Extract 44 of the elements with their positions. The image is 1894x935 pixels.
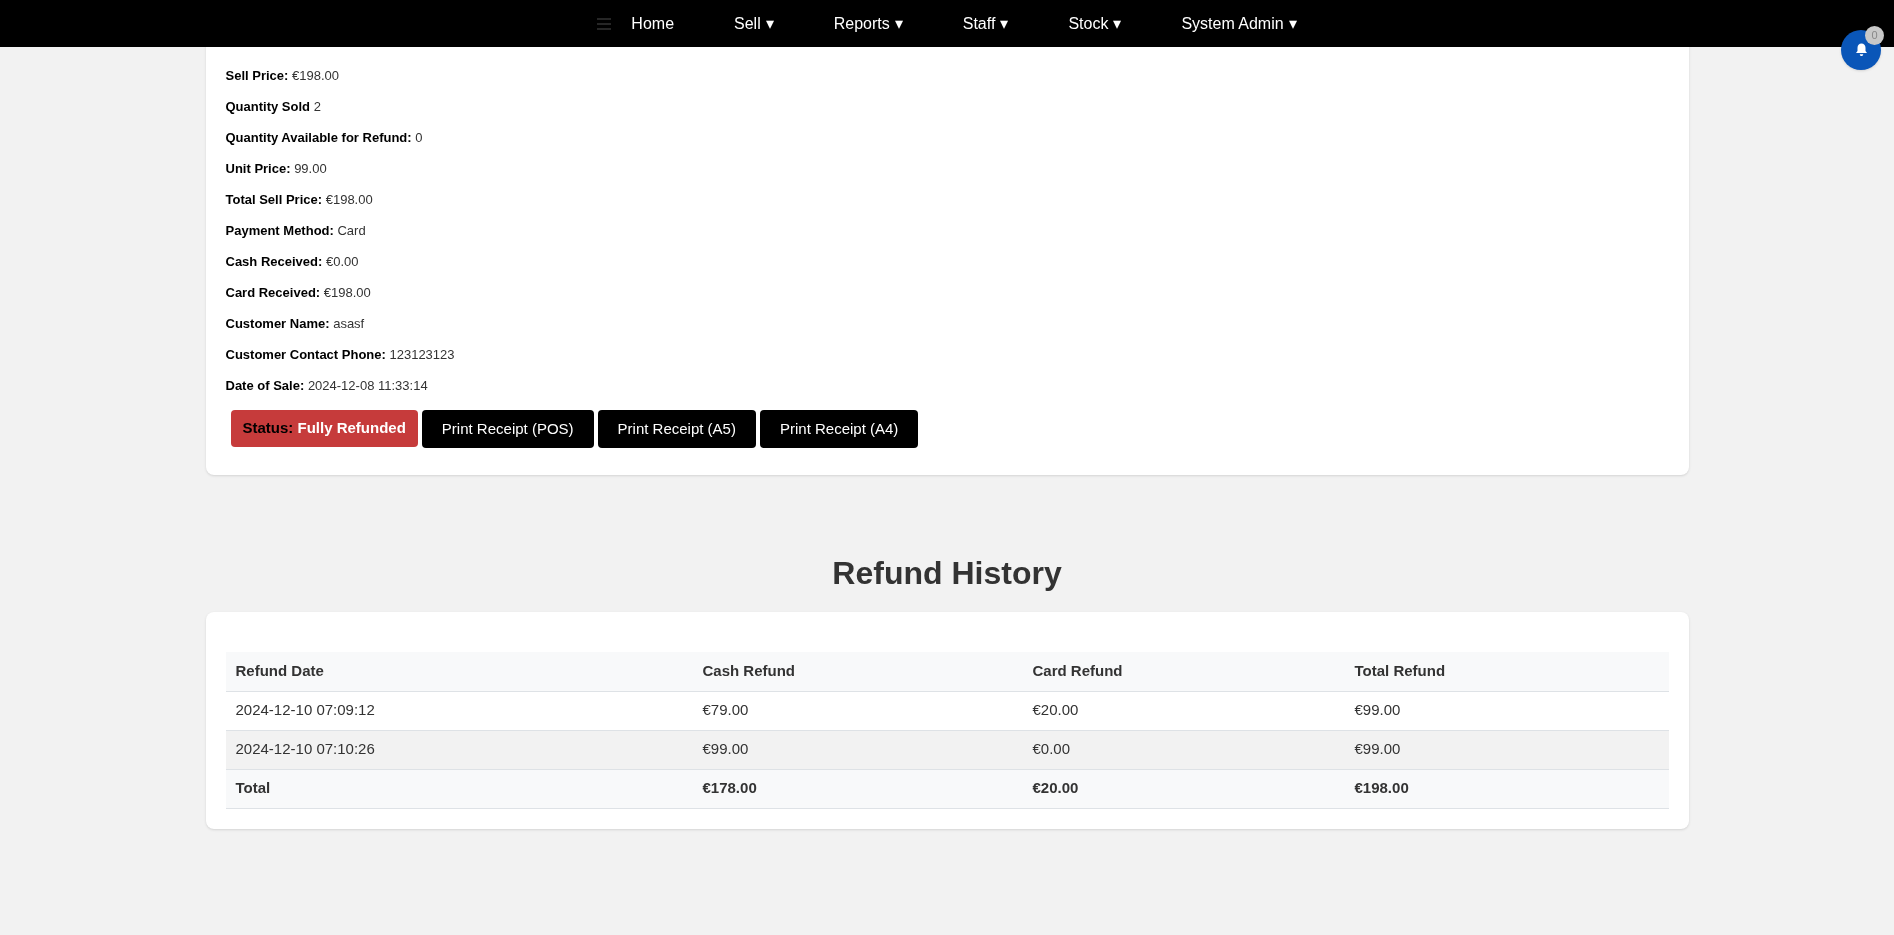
bell-icon [1854,43,1868,57]
caret-icon[interactable]: ▾ [1288,11,1297,36]
caret-icon[interactable]: ▾ [1000,11,1009,36]
total-cell: €178.00 [692,769,1023,808]
caret-icon[interactable]: ▾ [1113,11,1122,36]
total-cell: €198.00 [1344,769,1669,808]
total-cell: Total [225,769,693,808]
total-cell: €20.00 [1022,769,1345,808]
table-cell: €20.00 [1022,691,1345,730]
nav-link[interactable]: Home [631,11,675,36]
detail-line: Payment Method: Card [225,222,367,240]
column-header: Refund Date [225,652,693,691]
detail-line: Quantity Available for Refund: 0 [225,129,424,147]
table-cell: €79.00 [692,691,1023,730]
print-receipt-button[interactable]: Print Receipt (POS) [421,410,594,448]
nav-link[interactable]: Sell [734,11,761,36]
status-badge: Status: Fully Refunded [230,410,418,447]
detail-line: Customer Name: asasf [225,315,366,333]
print-receipt-button[interactable]: Print Receipt (A5) [597,410,756,448]
table-cell: 2024-12-10 07:09:12 [225,691,693,730]
detail-line: Customer Contact Phone: 123123123 [225,346,456,364]
table-cell: €99.00 [692,730,1023,769]
nav-link[interactable]: Staff [962,11,996,36]
table-cell: 2024-12-10 07:10:26 [225,730,693,769]
table-cell: €99.00 [1344,691,1669,730]
column-header: Total Refund [1344,652,1669,691]
nav-link[interactable]: System Admin [1181,11,1284,36]
detail-line: Sell Price: €198.00 [225,67,340,85]
print-receipt-button[interactable]: Print Receipt (A4) [759,410,919,448]
nav-link[interactable]: Reports [833,11,890,36]
section-heading: Refund History [832,554,1062,593]
detail-line: Quantity Sold 2 [225,98,322,116]
detail-line: Cash Received: €0.00 [225,253,360,271]
detail-line: Date of Sale: 2024-12-08 11:33:14 [225,377,429,395]
column-header: Card Refund [1022,652,1345,691]
nav-link[interactable]: Stock [1068,11,1109,36]
column-header: Cash Refund [692,652,1023,691]
table-cell: €99.00 [1344,730,1669,769]
detail-line: Total Sell Price: €198.00 [225,191,374,209]
table-cell: €0.00 [1022,730,1345,769]
detail-line: Unit Price: 99.00 [225,160,328,178]
detail-line: Card Received: €198.00 [225,284,372,302]
caret-icon[interactable]: ▾ [894,11,903,36]
caret-icon[interactable]: ▾ [765,11,774,36]
